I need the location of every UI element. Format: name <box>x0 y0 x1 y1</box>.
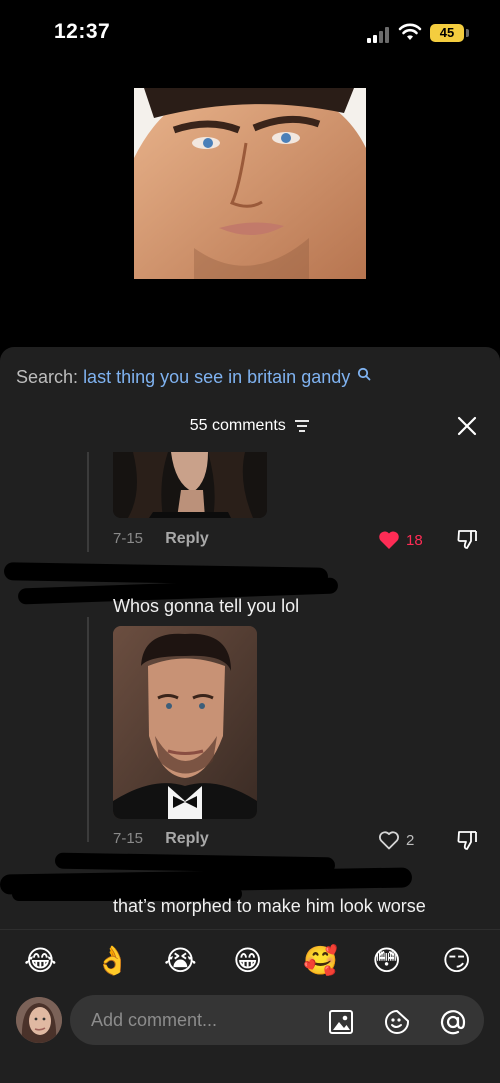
comment-composer <box>0 991 500 1083</box>
filter-icon[interactable] <box>294 419 310 433</box>
video-face-photo[interactable] <box>134 88 366 279</box>
comment-text: that’s morphed to make him look worse <box>113 896 426 916</box>
comments-header: 55 comments <box>0 417 500 435</box>
avatar[interactable] <box>16 997 62 1043</box>
thread-line <box>87 617 89 842</box>
close-icon[interactable] <box>456 415 478 437</box>
search-icon <box>358 367 371 381</box>
status-time: 12:37 <box>54 20 111 43</box>
comments-sheet: Search: last thing you see in britain ga… <box>0 347 500 1083</box>
like-button[interactable]: 2 <box>378 830 414 850</box>
reply-button[interactable]: Reply <box>165 830 209 848</box>
comment-text: Whos gonna tell you lol <box>113 596 300 616</box>
comment-meta: 7-15 Reply <box>113 530 209 548</box>
emoji-crying[interactable]: 😭 <box>164 946 197 976</box>
emoji-grinning[interactable]: 😁 <box>233 946 262 976</box>
image-icon[interactable] <box>328 1009 354 1035</box>
add-comment-input[interactable] <box>70 995 484 1045</box>
dislike-icon[interactable] <box>456 829 478 851</box>
emoji-flushed[interactable]: 😳 <box>372 946 401 976</box>
comments-count: 55 comments <box>189 417 286 434</box>
emoji-quick-bar: 😂 👌 😭 😁 🥰 😳 😏 <box>0 929 500 991</box>
search-prefix: Search: <box>16 367 79 387</box>
battery-indicator: 45 <box>430 24 464 42</box>
emoji-ok-hand[interactable]: 👌 <box>95 946 130 976</box>
battery-cap <box>466 29 469 37</box>
mention-icon[interactable] <box>440 1009 466 1035</box>
heart-outline-icon <box>379 831 399 850</box>
reply-button[interactable]: Reply <box>165 530 209 548</box>
emoji-smirk[interactable]: 😏 <box>442 946 471 976</box>
like-count: 18 <box>406 531 423 549</box>
sticker-icon[interactable] <box>384 1009 410 1035</box>
like-button[interactable]: 18 <box>378 530 423 550</box>
search-suggestion[interactable]: Search: last thing you see in britain ga… <box>16 367 371 388</box>
comment-image-long-hair[interactable] <box>113 452 267 518</box>
search-query-link[interactable]: last thing you see in britain gandy <box>83 367 350 387</box>
dislike-icon[interactable] <box>456 528 478 550</box>
like-count: 2 <box>406 831 415 849</box>
wifi-icon <box>398 23 422 40</box>
comment-image-portrait[interactable] <box>113 626 257 819</box>
emoji-hearts[interactable]: 🥰 <box>303 946 338 976</box>
comment-date: 7-15 <box>113 530 144 547</box>
emoji-laughing[interactable]: 😂 <box>24 946 57 976</box>
heart-filled-icon <box>379 531 399 549</box>
status-bar: 12:37 45 <box>0 0 500 70</box>
signal-icon <box>367 27 389 43</box>
comment-meta: 7-15 Reply <box>113 830 209 848</box>
thread-line <box>87 452 89 552</box>
comment-date: 7-15 <box>113 830 144 847</box>
